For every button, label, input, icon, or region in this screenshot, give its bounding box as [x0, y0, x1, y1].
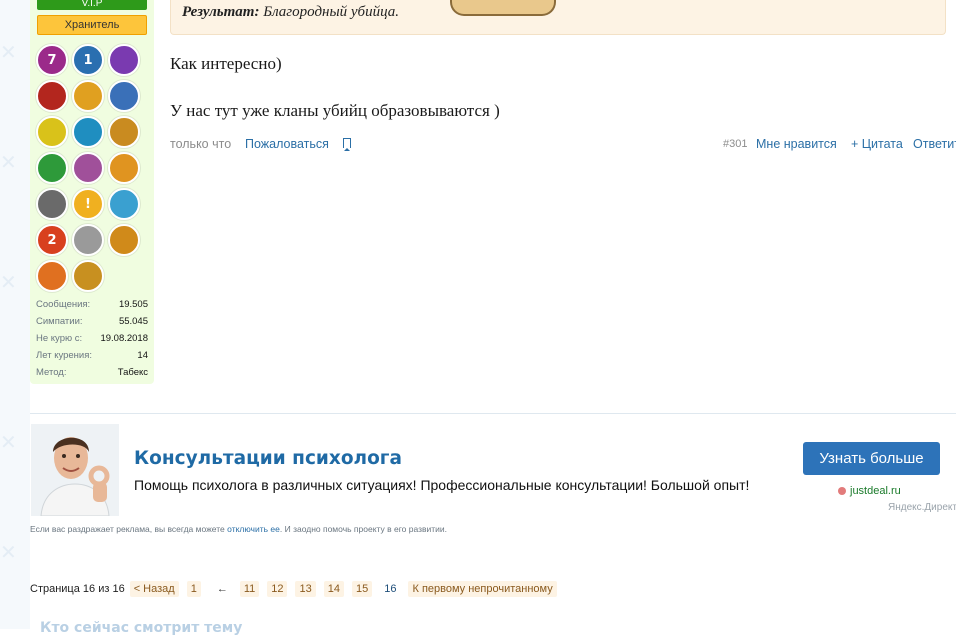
stat-label: Сообщения:	[36, 299, 91, 310]
house-award-icon[interactable]	[72, 80, 104, 112]
left-background-strip: ✕ ✕ ✕ ✕ ✕	[0, 0, 30, 629]
exclamation-award-icon[interactable]: !	[72, 188, 104, 220]
watermark-glyph: ✕	[0, 540, 17, 564]
watermark-glyph: ✕	[0, 150, 17, 174]
tomato-award-icon[interactable]: 2	[36, 224, 68, 256]
quote-result-value: Благородный убийца.	[263, 4, 400, 20]
post-footer: только что Пожаловаться #301 Мне нравитс…	[170, 137, 956, 153]
reply-link[interactable]: Ответить	[913, 137, 956, 151]
ad-text[interactable]: Помощь психолога в различных ситуациях! …	[134, 477, 749, 493]
page-link[interactable]: 13	[295, 581, 316, 597]
profile-award-icon[interactable]	[72, 152, 104, 184]
learn-more-button[interactable]: Узнать больше	[803, 442, 940, 475]
athlete-award-icon[interactable]	[72, 260, 104, 292]
stat-value: Табекс	[117, 367, 148, 378]
ad-domain[interactable]: justdeal.ru	[850, 485, 901, 497]
user-stats: Сообщения: 19.505 Симпатии: 55.045 Не ку…	[36, 296, 148, 381]
page-link[interactable]: 15	[351, 581, 373, 597]
post-number[interactable]: #301	[723, 138, 747, 150]
stat-value: 19.505	[118, 299, 148, 310]
ad-note-text: . И заодно помочь проекту в его развитии…	[279, 524, 447, 534]
ad-favicon-icon	[838, 487, 846, 495]
stat-label: Не курю с:	[36, 333, 83, 344]
red-badge-award-icon[interactable]	[36, 80, 68, 112]
vip-badge: V.I.P	[37, 0, 147, 10]
post-message-line: Как интересно)	[170, 54, 282, 73]
first-unread-link[interactable]: К первому непрочитанному	[408, 581, 557, 597]
dancers-award-icon[interactable]	[108, 44, 140, 76]
stat-row-smoking-years: Лет курения: 14	[36, 347, 148, 364]
page-link[interactable]: 1	[186, 581, 201, 597]
quill-award-icon[interactable]	[108, 188, 140, 220]
stat-row-quit-date: Не курю с: 19.08.2018	[36, 330, 148, 347]
like-link[interactable]: Мне нравится	[756, 137, 837, 151]
stat-label: Метод:	[36, 367, 67, 378]
camera-award-icon[interactable]	[108, 152, 140, 184]
stat-value: 14	[137, 350, 148, 361]
watermark-glyph: ✕	[0, 430, 17, 454]
number-one-award-icon[interactable]: 1	[72, 44, 104, 76]
section-title: Кто сейчас смотрит тему	[40, 620, 243, 636]
stat-value: 19.08.2018	[100, 333, 148, 344]
chest-image	[450, 0, 556, 16]
user-info-panel: V.I.P Хранитель 7 1! 2 Сообщения: 19.505 С…	[30, 0, 154, 384]
watermark-glyph: ✕	[0, 40, 17, 64]
ad-person-image	[31, 424, 119, 516]
post-message-line: У нас тут уже кланы убийц образовываются…	[170, 101, 500, 120]
report-link[interactable]: Пожаловаться	[245, 137, 329, 151]
current-page: 16	[380, 581, 401, 597]
prev-page-link[interactable]: < Назад	[129, 581, 179, 597]
stars-award-icon[interactable]	[108, 116, 140, 148]
user-role-badge: Хранитель	[37, 15, 147, 35]
pagination: Страница 16 из 16 < Назад 1 ← 11 12 13 1…	[30, 581, 565, 597]
quote-result-box: Результат: Благородный убийца.	[170, 0, 946, 35]
ad-photo[interactable]	[31, 424, 119, 516]
quote-result-label: Результат:	[182, 4, 260, 20]
page-label: Страница 16 из 16	[30, 583, 125, 595]
quote-result-text: Результат: Благородный убийца.	[182, 4, 399, 21]
stat-label: Лет курения:	[36, 350, 93, 361]
gold-aperture-award-icon[interactable]	[108, 224, 140, 256]
rocket-award-icon[interactable]	[108, 80, 140, 112]
disable-ads-link[interactable]: отключить ее	[227, 524, 280, 534]
bookmark-icon[interactable]	[343, 138, 351, 151]
yellow-check-award-icon[interactable]	[36, 116, 68, 148]
post-time: только что	[170, 137, 232, 151]
stat-row-method: Метод: Табекс	[36, 364, 148, 381]
stat-value: 55.045	[118, 316, 148, 327]
stat-row-messages: Сообщения: 19.505	[36, 296, 148, 313]
ad-title[interactable]: Консультации психолога	[134, 448, 402, 469]
stat-label: Симпатии:	[36, 316, 83, 327]
page-link[interactable]: 12	[267, 581, 288, 597]
books-award-icon[interactable]	[36, 260, 68, 292]
wings-award-icon[interactable]	[72, 224, 104, 256]
quote-link[interactable]: + Цитата	[851, 137, 903, 151]
aperture-award-icon[interactable]	[36, 188, 68, 220]
ad-disable-note: Если вас раздражает реклама, вы всегда м…	[30, 524, 447, 534]
watermark-glyph: ✕	[0, 270, 17, 294]
ad-source[interactable]: Яндекс.Директ	[888, 502, 956, 513]
ad-note-text: Если вас раздражает реклама, вы всегда м…	[30, 524, 228, 534]
page-jump-arrow[interactable]: ←	[217, 583, 228, 595]
page-link[interactable]: 14	[323, 581, 344, 597]
page-link[interactable]: 11	[239, 581, 260, 597]
black-car-award-icon[interactable]: 7	[36, 44, 68, 76]
runners-award-icon[interactable]	[72, 116, 104, 148]
divider	[30, 413, 956, 414]
stat-row-likes: Симпатии: 55.045	[36, 313, 148, 330]
health-award-icon[interactable]	[36, 152, 68, 184]
